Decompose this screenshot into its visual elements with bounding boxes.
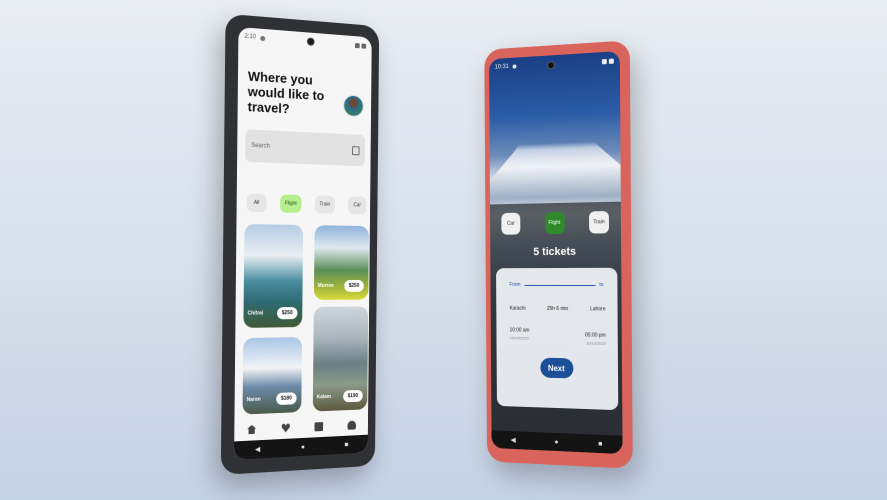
phone-left: 2:10 Where you would like to travel? Sea…: [220, 13, 380, 475]
search-placeholder: Search: [251, 142, 271, 150]
chip-train[interactable]: Train: [314, 195, 335, 214]
settings-icon: [259, 35, 265, 41]
details-row: Karachi 25h 6 min Lahore: [509, 306, 605, 313]
battery-icon: [361, 43, 367, 49]
destination-name: Naran: [246, 396, 261, 404]
destination-name: Kalam: [316, 393, 331, 401]
battery-icon: [608, 58, 614, 64]
heart-icon[interactable]: [281, 423, 290, 432]
destination-name: Chitral: [247, 310, 264, 317]
transport-chips: Car Flight Train: [501, 211, 610, 235]
route-row: From to: [509, 282, 603, 288]
route-from: From: [509, 281, 521, 288]
status-icons: [601, 58, 614, 64]
home-button-icon[interactable]: ●: [554, 438, 558, 445]
chip-flight[interactable]: Flight: [544, 211, 565, 235]
chip-all[interactable]: All: [246, 193, 267, 213]
category-chips: All Flight Train Car: [246, 193, 367, 215]
times-row: 10:00 am 10/10/2023 05:00 pm 10/10/2023: [510, 327, 606, 345]
destination-name: Murree: [317, 282, 334, 289]
depart-time: 10:00 am: [509, 327, 530, 334]
back-icon[interactable]: ◀: [511, 436, 516, 444]
destination-card-chitral[interactable]: Chitral $250: [243, 224, 304, 328]
wifi-icon: [355, 42, 360, 48]
phone-left-screen: 2:10 Where you would like to travel? Sea…: [234, 26, 372, 460]
arrive-time: 05:00 pm: [585, 332, 606, 339]
recents-icon[interactable]: ■: [598, 440, 602, 447]
status-time: 10:31: [494, 63, 509, 71]
destination-card-naran[interactable]: Naran $180: [242, 337, 303, 415]
status-icons: [355, 42, 367, 49]
next-button[interactable]: Next: [539, 357, 573, 379]
page-title: Where you would like to travel?: [247, 68, 325, 117]
phone-right-screen: 10:31 Car Flight Train 5 tickets From to…: [489, 51, 623, 455]
price-badge: $250: [344, 279, 364, 292]
user-icon[interactable]: [347, 420, 357, 430]
avatar[interactable]: [343, 94, 364, 118]
price-badge: $190: [342, 389, 363, 403]
destination-card-kalam[interactable]: Kalam $190: [312, 306, 369, 412]
price-badge: $250: [276, 307, 298, 320]
ticket-card: From to Karachi 25h 6 min Lahore 10:00 a…: [496, 267, 619, 411]
chip-flight[interactable]: Flight: [279, 194, 302, 213]
destination-city: Lahore: [590, 306, 606, 313]
route-to: to: [599, 282, 604, 289]
recents-icon[interactable]: ■: [344, 441, 348, 448]
status-bar: 2:10: [238, 27, 371, 55]
chip-car[interactable]: Car: [501, 212, 521, 235]
wifi-icon: [601, 58, 607, 64]
chip-train[interactable]: Train: [589, 211, 610, 234]
price-badge: $180: [276, 392, 297, 406]
destination-card-murree[interactable]: Murree $250: [313, 225, 369, 300]
search-input[interactable]: Search: [245, 129, 366, 167]
arrive-date: 10/10/2023: [585, 340, 606, 346]
phone-right: 10:31 Car Flight Train 5 tickets From to…: [484, 40, 633, 469]
filter-icon[interactable]: [352, 145, 360, 155]
chip-car[interactable]: Car: [347, 196, 367, 215]
route-line: [524, 284, 596, 286]
ticket-icon[interactable]: [314, 421, 324, 431]
camera-hole: [306, 37, 315, 46]
depart-date: 10/10/2023: [509, 335, 529, 341]
origin-city: Karachi: [509, 305, 526, 312]
home-icon[interactable]: [247, 425, 256, 435]
tickets-count: 5 tickets: [533, 245, 577, 259]
notification-icon: [512, 64, 517, 69]
duration: 25h 6 min: [546, 305, 569, 313]
mountain-image: [489, 92, 621, 216]
back-icon[interactable]: ◀: [255, 445, 260, 453]
home-button-icon[interactable]: ●: [301, 443, 305, 450]
status-time: 2:10: [244, 33, 257, 41]
